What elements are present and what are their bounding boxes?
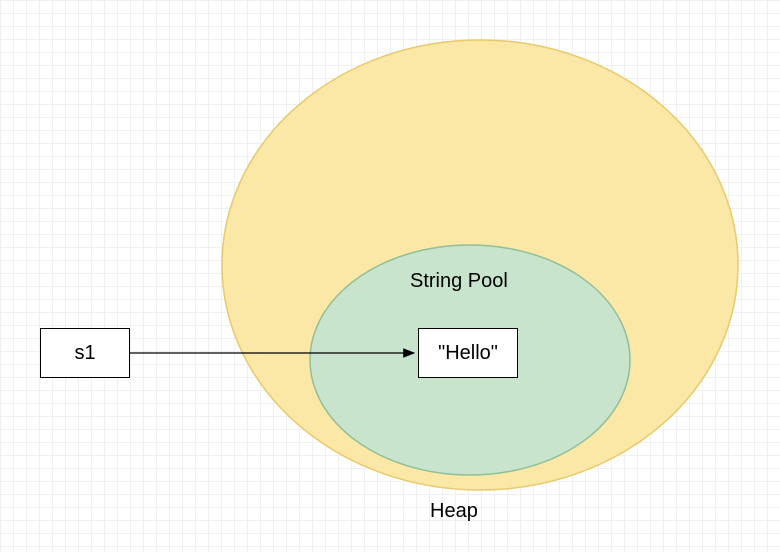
string-value: "Hello" xyxy=(438,342,498,365)
variable-box: s1 xyxy=(40,328,130,378)
diagram-canvas xyxy=(0,0,780,552)
string-value-box: "Hello" xyxy=(418,328,518,378)
variable-name: s1 xyxy=(74,342,95,365)
string-pool-label: String Pool xyxy=(410,270,508,293)
heap-label: Heap xyxy=(430,500,478,523)
